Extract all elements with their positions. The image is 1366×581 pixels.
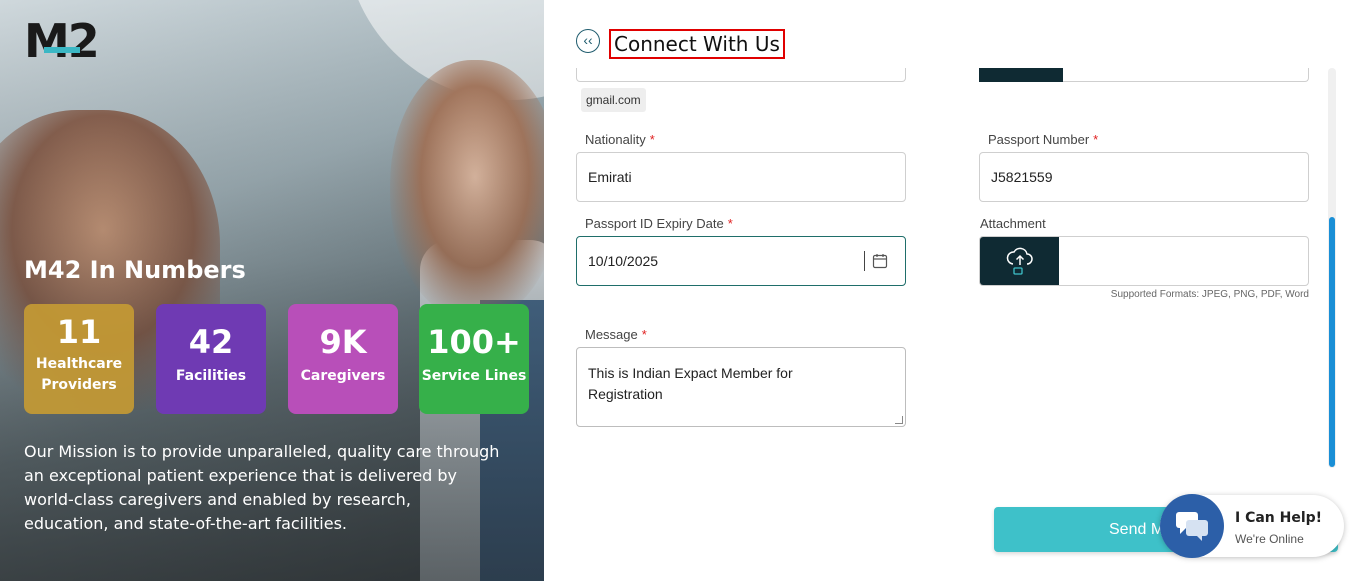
stat-label-line: Healthcare: [35, 356, 123, 372]
scrollbar-thumb[interactable]: [1329, 217, 1335, 467]
stat-label-line: Providers: [41, 377, 117, 393]
required-marker: *: [727, 216, 733, 231]
stat-card-healthcare-providers: 11 Healthcare Providers: [24, 304, 134, 414]
attachment-label: Attachment: [980, 216, 1046, 231]
passport-number-field[interactable]: J5821559: [979, 152, 1309, 202]
chevron-left-icon: ‹‹: [583, 32, 593, 48]
message-line: Registration: [588, 386, 663, 402]
stat-value: 100+: [427, 323, 521, 361]
required-marker: *: [649, 132, 655, 147]
nationality-label: Nationality *: [585, 132, 655, 147]
cloud-upload-icon: [1006, 247, 1033, 275]
back-button[interactable]: ‹‹: [576, 29, 600, 53]
hero-panel: M2 M42 In Numbers 11 Healthcare Provider…: [0, 0, 544, 581]
chat-status: We're Online: [1235, 532, 1304, 546]
message-textarea[interactable]: This is Indian Expact Member for Registr…: [576, 347, 906, 427]
mission-line: an exceptional patient experience that i…: [24, 466, 457, 485]
phone-field[interactable]: [979, 68, 1309, 82]
mission-line: education, and state-of-the-art faciliti…: [24, 514, 347, 533]
mission-line: Our Mission is to provide unparalleled, …: [24, 442, 500, 461]
stat-label: Healthcare Providers: [24, 354, 134, 396]
passport-expiry-field[interactable]: 10/10/2025: [576, 236, 906, 286]
chat-widget[interactable]: I Can Help! We're Online: [1160, 494, 1344, 558]
upload-button[interactable]: [980, 237, 1059, 285]
nationality-field[interactable]: Emirati: [576, 152, 906, 202]
stat-value: 11: [56, 313, 102, 351]
resize-handle[interactable]: [895, 416, 903, 424]
hero-title: M42 In Numbers: [24, 256, 246, 284]
stat-label: Facilities: [175, 368, 247, 384]
stat-card-service-lines: 100+ Service Lines: [419, 304, 529, 414]
logo[interactable]: M2: [24, 14, 100, 68]
chat-avatar[interactable]: [1160, 494, 1224, 558]
stat-card-facilities: 42 Facilities: [156, 304, 266, 414]
passport-number-label: Passport Number *: [988, 132, 1099, 147]
logo-accent-bar: [44, 47, 80, 53]
page-title: Connect With Us: [609, 29, 785, 59]
chat-title: I Can Help!: [1235, 510, 1323, 526]
mission-text: Our Mission is to provide unparalleled, …: [24, 440, 514, 536]
passport-expiry-label: Passport ID Expiry Date *: [585, 216, 733, 231]
stat-value: 9K: [319, 323, 367, 361]
email-domain-suggestion[interactable]: gmail.com: [581, 88, 646, 112]
stat-value: 42: [188, 323, 234, 361]
stat-label: Service Lines: [421, 368, 527, 384]
field-divider: [864, 251, 865, 271]
stat-card-caregivers: 9K Caregivers: [288, 304, 398, 414]
page-root: M2 M42 In Numbers 11 Healthcare Provider…: [0, 0, 1366, 581]
attachment-field[interactable]: [979, 236, 1309, 286]
message-line: This is Indian Expact Member for: [588, 365, 793, 381]
required-marker: *: [641, 327, 647, 342]
country-code-selector[interactable]: [979, 68, 1063, 82]
calendar-icon[interactable]: [872, 253, 888, 269]
message-label: Message *: [585, 327, 647, 342]
stat-label: Caregivers: [300, 368, 386, 384]
mission-line: world-class caregivers and enabled by re…: [24, 490, 411, 509]
chat-bubbles-icon: [1176, 512, 1208, 541]
supported-formats-hint: Supported Formats: JPEG, PNG, PDF, Word: [1110, 289, 1309, 300]
required-marker: *: [1093, 132, 1099, 147]
email-field[interactable]: [576, 68, 906, 82]
